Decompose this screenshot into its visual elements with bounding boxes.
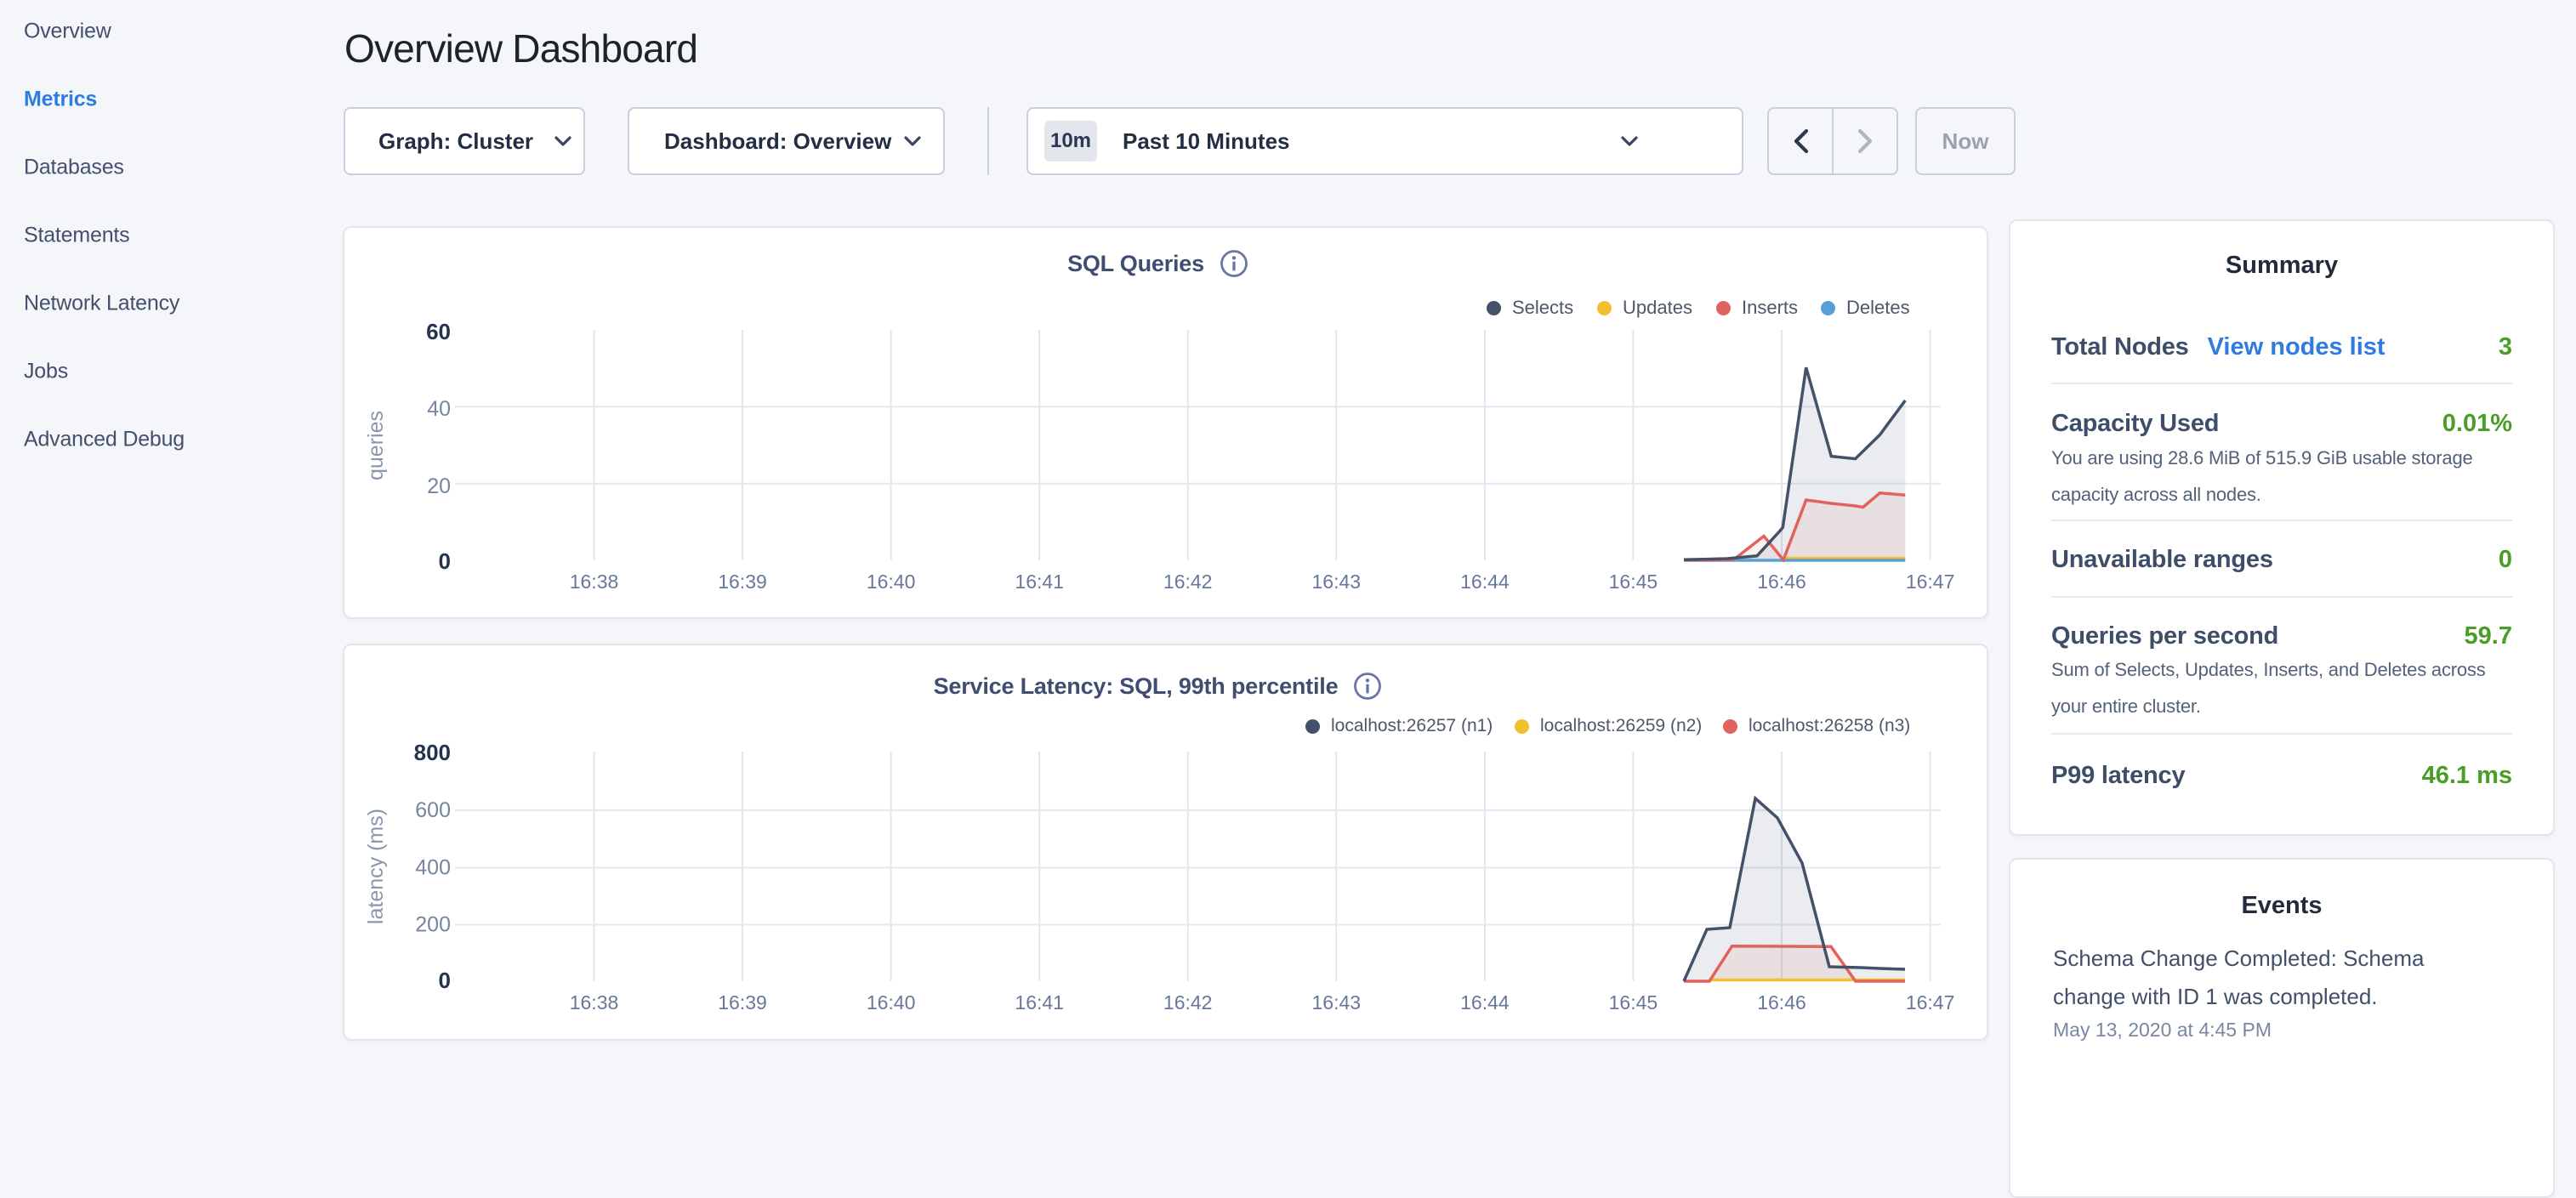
svg-text:16:43: 16:43 xyxy=(1312,571,1362,593)
svg-text:0: 0 xyxy=(439,968,451,993)
svg-text:16:38: 16:38 xyxy=(570,571,619,593)
svg-text:16:43: 16:43 xyxy=(1312,991,1362,1013)
svg-text:16:44: 16:44 xyxy=(1460,991,1510,1013)
svg-text:600: 600 xyxy=(415,798,451,822)
svg-text:16:39: 16:39 xyxy=(718,571,767,593)
svg-text:0: 0 xyxy=(439,548,451,574)
svg-text:16:38: 16:38 xyxy=(570,991,619,1013)
svg-text:16:46: 16:46 xyxy=(1757,571,1806,593)
svg-text:60: 60 xyxy=(426,319,451,344)
svg-text:16:45: 16:45 xyxy=(1609,991,1658,1013)
svg-text:16:42: 16:42 xyxy=(1163,571,1213,593)
svg-text:16:41: 16:41 xyxy=(1015,571,1064,593)
svg-text:16:47: 16:47 xyxy=(1906,571,1955,593)
svg-text:16:42: 16:42 xyxy=(1163,991,1213,1013)
svg-text:40: 40 xyxy=(427,397,451,421)
svg-text:16:46: 16:46 xyxy=(1757,991,1806,1013)
svg-text:16:47: 16:47 xyxy=(1906,991,1955,1013)
svg-text:16:40: 16:40 xyxy=(867,991,916,1013)
svg-text:800: 800 xyxy=(414,740,451,765)
svg-text:400: 400 xyxy=(415,856,451,880)
svg-text:16:39: 16:39 xyxy=(718,991,767,1013)
svg-text:200: 200 xyxy=(415,913,451,937)
svg-text:16:40: 16:40 xyxy=(867,571,916,593)
svg-text:16:45: 16:45 xyxy=(1609,571,1658,593)
svg-text:latency (ms): latency (ms) xyxy=(364,809,388,924)
svg-text:20: 20 xyxy=(427,474,451,498)
svg-text:16:44: 16:44 xyxy=(1460,571,1510,593)
svg-text:16:41: 16:41 xyxy=(1015,991,1064,1013)
svg-text:queries: queries xyxy=(364,411,388,480)
